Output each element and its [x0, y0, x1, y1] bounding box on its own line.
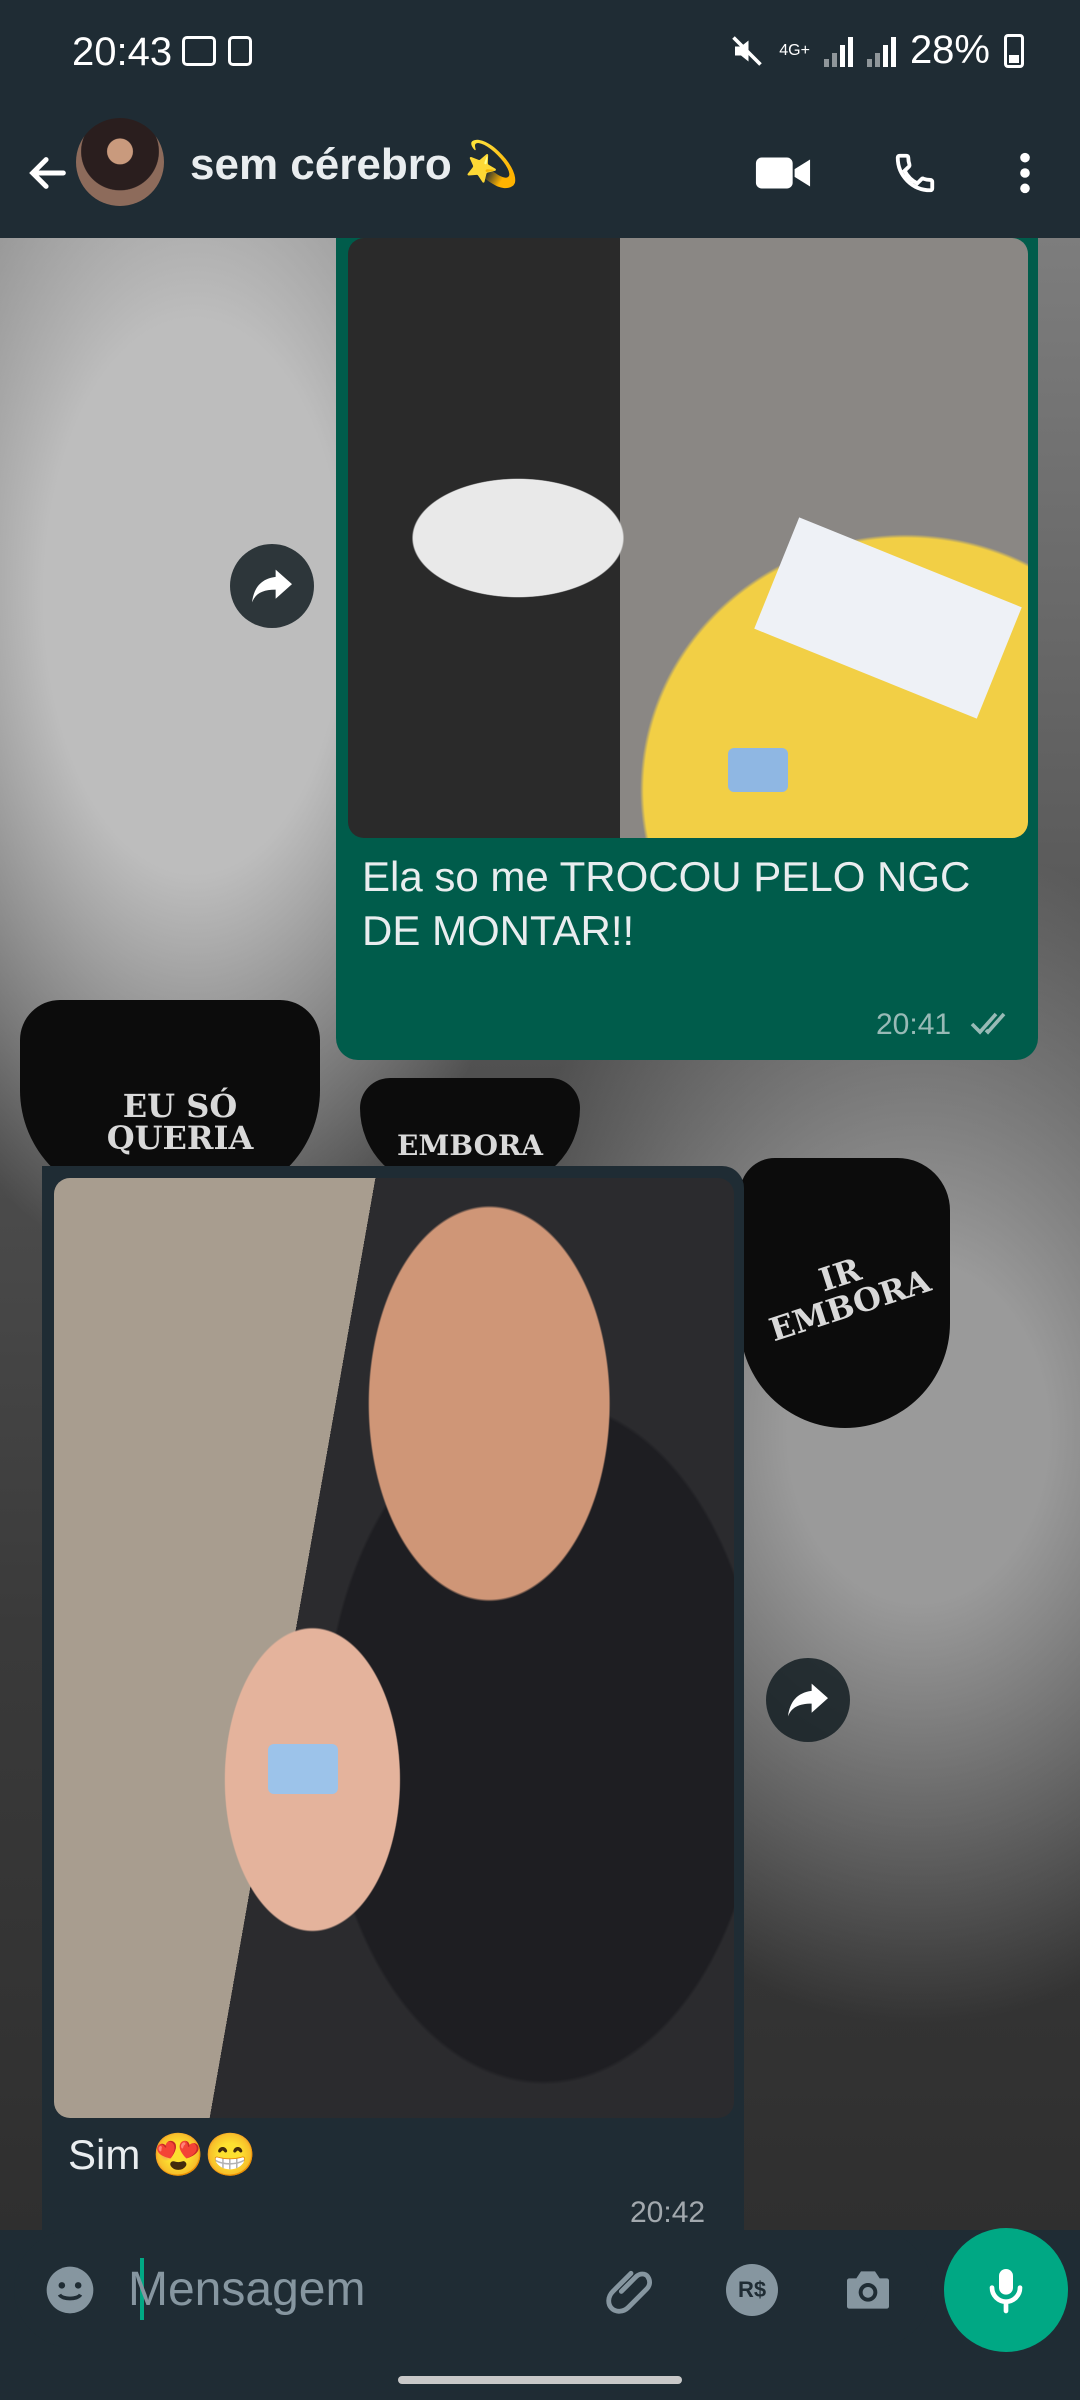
- wallpaper-text-middle: EMBORA: [397, 1129, 543, 1162]
- photo-instructions-sheet: [754, 517, 1022, 719]
- payment-icon[interactable]: R$: [726, 2264, 778, 2316]
- chat-area[interactable]: EU SÓ QUERIA EMBORA IR EMBORA Ela so me …: [0, 238, 1080, 2230]
- status-notification-icons: [182, 36, 252, 66]
- battery-percent: 28%: [909, 28, 990, 72]
- network-type: 4G+: [779, 41, 810, 59]
- voice-call-button[interactable]: [880, 138, 950, 208]
- video-call-button[interactable]: [748, 138, 818, 208]
- signal-2-icon: [866, 35, 896, 67]
- voicemail-icon: [182, 36, 216, 66]
- contact-name-area[interactable]: sem cérebro 💫: [190, 138, 519, 190]
- signal-1-icon: [823, 35, 853, 67]
- message-input[interactable]: Mensagem: [128, 2262, 365, 2317]
- system-nav-bar: [0, 2362, 1080, 2400]
- message-composer: Mensagem R$: [14, 2230, 932, 2348]
- contact-name: sem cérebro: [190, 140, 452, 189]
- message-bubble-incoming[interactable]: Sim 😍😁 20:42: [42, 1166, 744, 2230]
- forward-button-2[interactable]: [766, 1658, 850, 1742]
- message-bubble-outgoing[interactable]: Ela so me TROCOU PELO NGC DE MONTAR!! 20…: [336, 238, 1038, 1060]
- alarm-icon: [228, 36, 252, 66]
- status-bar: 20:43 4G+ 28%: [0, 0, 1080, 108]
- attach-icon[interactable]: [602, 2260, 660, 2318]
- wallpaper-text-left: EU SÓ QUERIA: [106, 1087, 254, 1157]
- video-call-icon: [755, 157, 811, 189]
- message-photo-lego[interactable]: [348, 238, 1028, 838]
- forward-icon: [788, 1683, 828, 1717]
- message-photo-selfie[interactable]: [54, 1178, 734, 2118]
- forward-button-1[interactable]: [230, 544, 314, 628]
- mute-icon: [732, 35, 763, 66]
- message-time: 20:42: [630, 2196, 706, 2229]
- back-arrow-icon: [29, 157, 66, 189]
- voice-record-button[interactable]: [944, 2228, 1068, 2352]
- status-time: 20:43: [72, 30, 173, 74]
- more-options-icon: [1020, 152, 1030, 194]
- message-time: 20:41: [876, 1008, 952, 1041]
- contact-emoji: 💫: [463, 140, 519, 189]
- message-caption: Sim 😍😁: [68, 2131, 257, 2178]
- status-system-icons: 4G+ 28%: [729, 28, 1024, 73]
- battery-icon: [1004, 33, 1024, 68]
- mic-icon: [989, 2269, 1023, 2314]
- phone-icon: [895, 153, 935, 193]
- photo-lego-pieces: [728, 748, 788, 792]
- camera-icon[interactable]: [840, 2262, 896, 2318]
- double-check-icon: [970, 1012, 1006, 1035]
- forward-icon: [252, 569, 292, 603]
- avatar[interactable]: [76, 118, 164, 206]
- home-gesture-pill[interactable]: [398, 2376, 682, 2384]
- back-button[interactable]: [18, 138, 78, 208]
- message-caption: Ela so me TROCOU PELO NGC DE MONTAR!!: [362, 853, 971, 954]
- chat-header: sem cérebro 💫: [0, 108, 1080, 238]
- emoji-icon[interactable]: [42, 2262, 98, 2318]
- photo-lego-in-hand: [268, 1744, 338, 1794]
- more-options-button[interactable]: [1000, 138, 1050, 208]
